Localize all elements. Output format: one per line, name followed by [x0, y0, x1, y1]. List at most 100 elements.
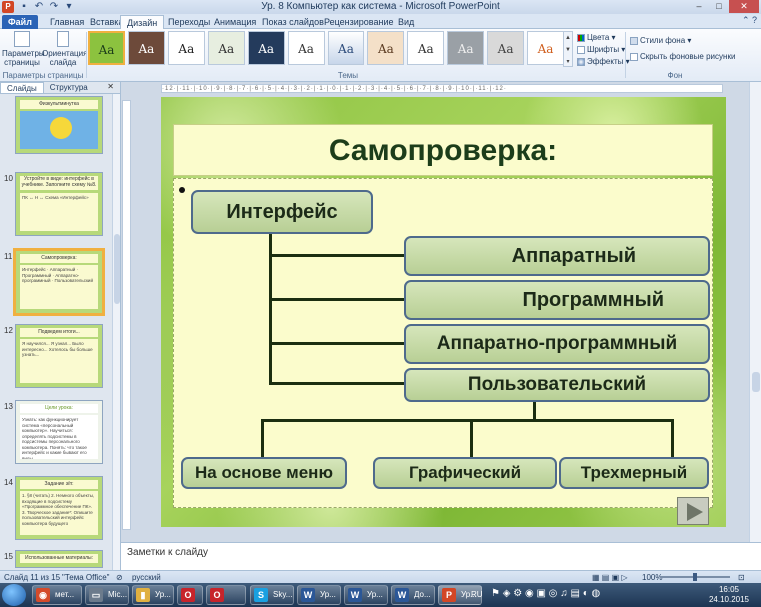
fit-slide-icon[interactable]: ⊡ — [738, 572, 745, 583]
next-slide-button[interactable] — [677, 497, 709, 525]
node-interface[interactable]: Интерфейс — [191, 190, 373, 234]
word-icon: W — [395, 588, 409, 602]
background-styles-icon — [630, 36, 638, 45]
slides-panel: Слайды Структура ✕ Физкультминутка 10 Ус… — [0, 82, 121, 570]
slide-thumb-14[interactable]: Задание з/п: 1. §8 (читать) 2. Немного о… — [15, 476, 103, 540]
slide-title[interactable]: Самопроверка: — [173, 124, 713, 176]
tab-slides[interactable]: Слайды — [0, 82, 44, 93]
theme-12[interactable]: Aa — [527, 31, 564, 65]
system-tray: RU ⚑ ◈ ⚙ ◉ ▣ ◎ ♫ ▤ ◐ ◍ 16:05 24.10.2015 — [471, 583, 761, 607]
status-bar: Слайд 11 из 15 "Тема Office" ⊘ русский ▦… — [0, 570, 761, 583]
minimize-button[interactable]: – — [689, 0, 709, 13]
taskbar-item-opera[interactable]: O — [206, 585, 246, 605]
theme-9[interactable]: Aa — [407, 31, 445, 65]
fonts-dropdown[interactable]: Шрифты ▾ — [577, 44, 625, 55]
taskbar-item-word-1[interactable]: W Ур... — [297, 585, 341, 605]
smiley-icon — [50, 117, 72, 139]
slide-thumb-15[interactable]: Использованные материалы: — [15, 550, 103, 568]
tab-file[interactable]: Файл — [2, 15, 38, 29]
tab-outline[interactable]: Структура — [44, 82, 94, 93]
theme-current[interactable]: Aa — [88, 31, 125, 65]
taskbar: ◉ мет... ▭ Mic... ▮ Ур... O O S Sky... W Ур..… — [0, 583, 761, 607]
slide-counter: Слайд 11 из 15 — [4, 573, 61, 582]
taskbar-item-word-2[interactable]: W Ур... — [344, 585, 388, 605]
language-bar[interactable]: RU — [471, 590, 483, 599]
node-software[interactable]: Программный — [404, 280, 710, 320]
page-setup-icon — [14, 31, 30, 47]
hide-background-checkbox[interactable]: Скрыть фоновые рисунки — [630, 51, 735, 62]
maximize-button[interactable]: □ — [709, 0, 729, 13]
close-button[interactable]: ✕ — [729, 0, 759, 13]
close-panel-icon[interactable]: ✕ — [107, 82, 120, 93]
clock[interactable]: 16:05 24.10.2015 — [709, 585, 749, 605]
theme-4[interactable]: Aa — [207, 31, 245, 65]
effects-dropdown[interactable]: Эффекты ▾ — [577, 56, 630, 67]
slide-thumb-10[interactable]: Устройте в виде: интерфейс в учебнике. З… — [15, 172, 103, 236]
slide-thumb-13[interactable]: Цели урока: Узнать: как функционирует си… — [15, 400, 103, 464]
taskbar-item-mic[interactable]: ▭ Mic... — [85, 585, 129, 605]
node-hardware-software[interactable]: Аппаратно-программный — [404, 324, 710, 364]
bullet-icon — [179, 187, 185, 193]
horizontal-ruler: ·12·|·11·|·10·|·9·|·8·|·7·|·6·|·5·|·4·|·… — [161, 84, 723, 93]
vertical-ruler — [122, 100, 131, 530]
start-button[interactable] — [2, 584, 26, 606]
folder-icon: ▮ — [136, 588, 150, 602]
theme-8[interactable]: Aa — [367, 31, 405, 65]
play-arrow-icon — [687, 503, 703, 521]
theme-office[interactable]: Aa — [167, 31, 205, 65]
effects-icon — [577, 57, 585, 66]
theme-5[interactable]: Aa — [247, 31, 285, 65]
tab-design[interactable]: Дизайн — [120, 15, 165, 29]
chrome-icon: ◉ — [36, 588, 50, 602]
taskbar-item-chrome[interactable]: ◉ мет... — [32, 585, 82, 605]
tab-view[interactable]: Вид — [392, 15, 420, 29]
notes-pane[interactable]: Заметки к слайду — [121, 542, 761, 570]
spellcheck-icon[interactable]: ⊘ — [116, 572, 123, 583]
background-styles-dropdown[interactable]: Стили фона ▾ — [630, 35, 691, 46]
browser-icon: O — [181, 588, 195, 602]
word-icon: W — [301, 588, 315, 602]
slide-canvas[interactable]: Самопроверка: Интерфейс Аппаратный Прогр… — [161, 97, 726, 527]
slides-panel-scrollbar[interactable] — [112, 94, 120, 570]
computer-icon: ▭ — [89, 588, 103, 602]
theme-gallery: Aa Aa Aa Aa Aa Aa Aa Aa Aa Aa Aa Aa — [88, 31, 564, 67]
theme-11[interactable]: Aa — [487, 31, 525, 65]
language-indicator[interactable]: русский — [132, 572, 161, 583]
tab-review[interactable]: Рецензирование — [318, 15, 400, 29]
page-setup-group-label: Параметры страницы — [2, 71, 84, 80]
help-icon[interactable]: ⌃ ? — [742, 15, 757, 26]
taskbar-item-yandex[interactable]: O — [177, 585, 203, 605]
theme-6[interactable]: Aa — [287, 31, 325, 65]
checkbox-icon — [630, 52, 638, 61]
page-setup-button[interactable]: Параметры страницы — [2, 31, 45, 67]
node-user[interactable]: Пользовательский — [404, 368, 710, 402]
slide-orientation-button[interactable]: Ориентация слайда — [42, 31, 87, 67]
theme-10[interactable]: Aa — [447, 31, 485, 65]
node-menu-based[interactable]: На основе меню — [181, 457, 347, 489]
colors-dropdown[interactable]: Цвета ▾ — [577, 32, 616, 43]
theme-2[interactable]: Aa — [127, 31, 165, 65]
tray-icons[interactable]: ⚑ ◈ ⚙ ◉ ▣ ◎ ♫ ▤ ◐ ◍ — [491, 588, 600, 599]
taskbar-item-skype[interactable]: S Sky... — [250, 585, 294, 605]
theme-7[interactable]: Aa — [327, 31, 365, 65]
node-hardware[interactable]: Аппаратный — [404, 236, 710, 276]
node-graphical[interactable]: Графический — [373, 457, 557, 489]
view-buttons[interactable]: ▦ ▤ ▣ ▷ — [592, 572, 628, 583]
ribbon-tabs: Файл Главная Вставка Дизайн Переходы Ани… — [0, 14, 761, 29]
colors-icon — [577, 33, 585, 42]
theme-gallery-scroll[interactable]: ▲ ▼ ▾ — [563, 31, 573, 67]
node-3d[interactable]: Трехмерный — [559, 457, 709, 489]
taskbar-item-folder[interactable]: ▮ Ур... — [132, 585, 174, 605]
zoom-slider-handle[interactable] — [693, 573, 697, 581]
word-icon: W — [348, 588, 362, 602]
ribbon: Параметры страницы Ориентация слайда Пар… — [0, 29, 761, 82]
taskbar-item-word-3[interactable]: W До... — [391, 585, 435, 605]
fonts-icon — [577, 45, 585, 54]
slide-thumb-12[interactable]: Подведем итоги... Я научился... Я узнал.… — [15, 324, 103, 388]
tab-animation[interactable]: Анимация — [208, 15, 262, 29]
title-bar: P ▪ ↶ ↷ ▾ Ур. 8 Компьютер как система - … — [0, 0, 761, 14]
theme-name[interactable]: "Тема Office" — [62, 572, 110, 583]
editing-vertical-scrollbar[interactable] — [749, 82, 761, 542]
slide-thumb-9[interactable]: Физкультминутка — [15, 96, 103, 154]
slide-thumb-11[interactable]: Самопроверка: Интерфейс · Аппаратный · П… — [13, 248, 105, 316]
